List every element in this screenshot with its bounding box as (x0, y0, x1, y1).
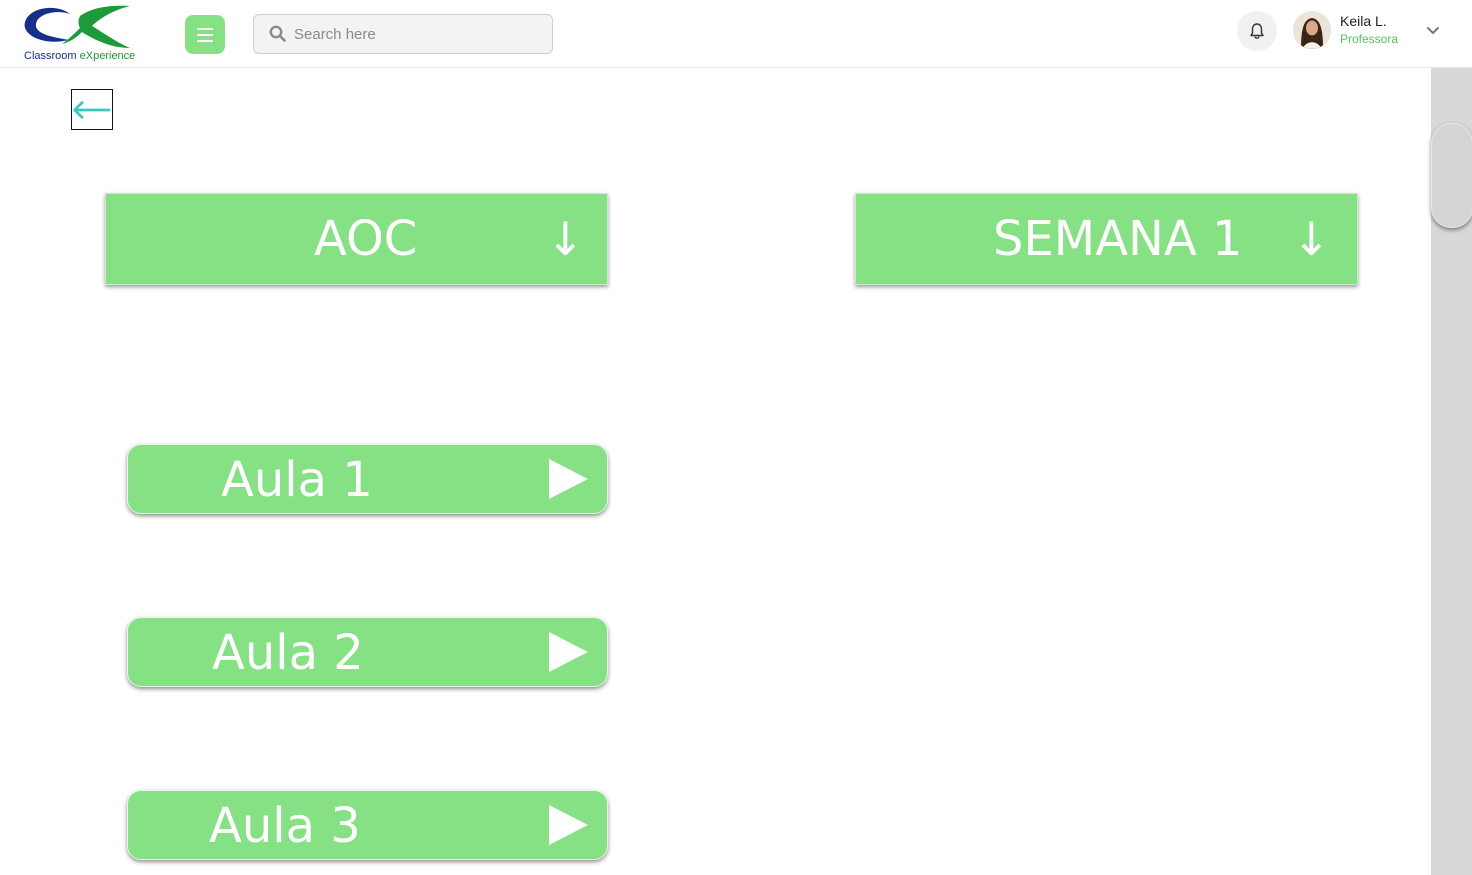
chevron-down-icon (1427, 27, 1439, 34)
lesson-label: Aula 3 (209, 798, 361, 854)
menu-button[interactable] (185, 15, 225, 54)
top-bar: Classroom eXperience Keila L. Pr (0, 0, 1472, 68)
back-button[interactable] (71, 89, 113, 130)
search-input[interactable] (294, 15, 544, 53)
lesson-button-2[interactable]: Aula 2 (127, 617, 608, 687)
user-photo-icon (1293, 11, 1331, 49)
logo-mark-icon (24, 5, 130, 48)
user-role: Professora (1340, 32, 1399, 46)
play-icon (549, 632, 588, 672)
arrow-down-icon: ↓ (546, 212, 585, 266)
lesson-label: Aula 2 (212, 625, 364, 681)
arrow-down-icon: ↓ (1292, 212, 1331, 266)
lesson-button-1[interactable]: Aula 1 (127, 444, 608, 514)
bell-icon (1250, 23, 1264, 39)
week-dropdown-label: SEMANA 1 (993, 211, 1243, 267)
lesson-button-3[interactable]: Aula 3 (127, 790, 608, 860)
lesson-label: Aula 1 (221, 452, 373, 508)
hamburger-icon (197, 27, 213, 42)
week-dropdown[interactable]: SEMANA 1 ↓ (855, 193, 1358, 285)
scrollbar-thumb[interactable] (1431, 123, 1472, 228)
play-icon (549, 459, 588, 499)
arrow-left-icon (73, 100, 111, 119)
avatar[interactable] (1293, 11, 1331, 49)
notifications-button[interactable] (1237, 11, 1277, 51)
course-dropdown[interactable]: AOC ↓ (105, 193, 608, 285)
search-box (253, 14, 553, 54)
search-icon (269, 25, 286, 42)
play-icon (549, 805, 588, 845)
logo[interactable]: Classroom eXperience (18, 2, 138, 66)
course-dropdown-label: AOC (314, 211, 418, 267)
user-name: Keila L. (1340, 13, 1387, 29)
logo-text: Classroom eXperience (24, 50, 136, 62)
user-menu-toggle[interactable] (1425, 24, 1441, 42)
